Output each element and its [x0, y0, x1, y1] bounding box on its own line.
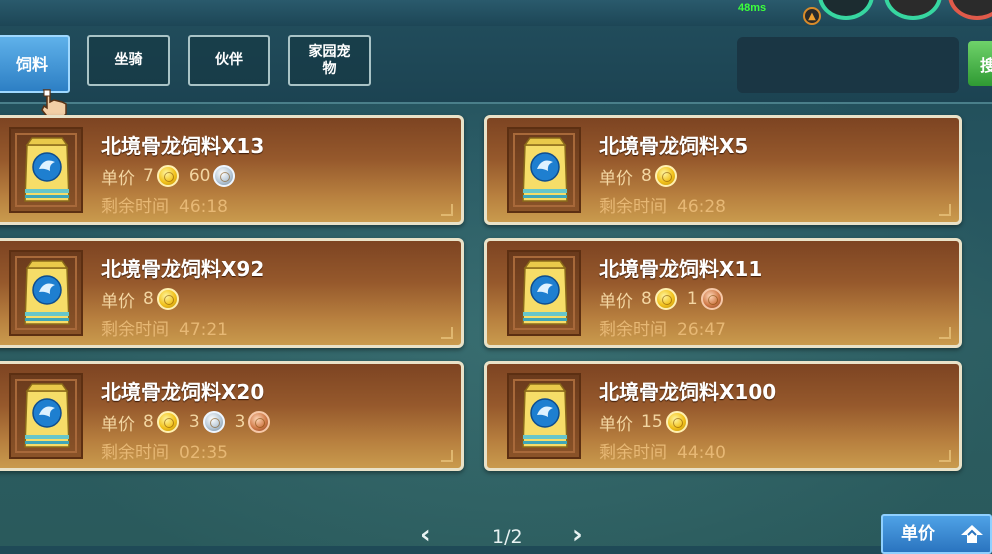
- listing-card[interactable]: 北境骨龙饲料X100 单价 15 剩余时间 44:40: [484, 361, 962, 471]
- price-label: 单价: [599, 168, 633, 189]
- time-value: 26:47: [677, 320, 726, 340]
- gold-coin-icon: [654, 165, 677, 187]
- price-gold-amount: 15: [641, 412, 663, 432]
- remaining-time: 剩余时间 26:47: [599, 315, 726, 340]
- item-name: 北境骨龙饲料X13: [101, 134, 265, 158]
- time-label: 剩余时间: [599, 197, 667, 217]
- feed-bag-icon: [22, 381, 72, 455]
- corner-mark-icon: [441, 204, 453, 216]
- tab-mount[interactable]: 坐骑: [87, 35, 170, 86]
- unit-price: 单价 8 3 3: [101, 411, 280, 435]
- corner-mark-icon: [939, 327, 951, 339]
- top-status-bar: 48ms ▲: [0, 0, 992, 27]
- feed-bag-icon: [22, 258, 72, 332]
- feed-bag-icon: [520, 135, 570, 209]
- next-page-icon[interactable]: ›: [572, 522, 583, 548]
- corner-mark-icon: [441, 450, 453, 462]
- unit-price: 单价 15: [599, 411, 698, 435]
- tab-home-pet[interactable]: 家园宠物: [288, 35, 371, 86]
- price-gold-amount: 8: [143, 289, 154, 309]
- time-value: 46:28: [677, 197, 726, 217]
- price-gold-amount: 8: [641, 166, 652, 186]
- time-value: 02:35: [179, 443, 228, 463]
- tab-feed[interactable]: 饲料: [0, 35, 70, 93]
- page-indicator: 1/2: [492, 526, 523, 548]
- time-label: 剩余时间: [599, 320, 667, 340]
- feed-bag-icon: [22, 135, 72, 209]
- copper-coin-icon: [248, 411, 271, 433]
- price-silver-amount: 3: [188, 412, 200, 432]
- gold-coin-icon: [156, 288, 179, 310]
- sort-arrow-icon: [961, 525, 983, 543]
- feed-bag-icon: [520, 381, 570, 455]
- item-name: 北境骨龙饲料X100: [599, 380, 777, 404]
- silver-coin-icon: [202, 411, 225, 433]
- unit-price: 单价 8: [599, 165, 687, 189]
- time-value: 46:18: [179, 197, 228, 217]
- price-gold-amount: 7: [143, 166, 154, 186]
- gold-coin-icon: [156, 411, 179, 433]
- prev-page-icon[interactable]: ‹: [420, 522, 431, 548]
- category-tab-bar: 饲料 坐骑 伙伴 家园宠物 搜: [0, 26, 992, 104]
- unit-price: 单价 8: [101, 288, 189, 312]
- price-label: 单价: [101, 414, 135, 435]
- gold-coin-icon: [156, 165, 179, 187]
- item-name: 北境骨龙饲料X20: [101, 380, 265, 404]
- unit-price: 单价 7 60: [101, 165, 245, 189]
- cooldown-ring-icon[interactable]: [818, 0, 874, 20]
- search-input[interactable]: [737, 37, 959, 93]
- tab-partner[interactable]: 伙伴: [188, 35, 270, 86]
- price-label: 单价: [101, 168, 135, 189]
- listing-card[interactable]: 北境骨龙饲料X5 单价 8 剩余时间 46:28: [484, 115, 962, 225]
- time-label: 剩余时间: [101, 443, 169, 463]
- corner-mark-icon: [441, 327, 453, 339]
- cooldown-ring-icon[interactable]: [948, 0, 992, 20]
- price-label: 单价: [599, 414, 633, 435]
- corner-mark-icon: [939, 204, 951, 216]
- time-value: 47:21: [179, 320, 228, 340]
- ping-indicator: 48ms: [738, 2, 767, 14]
- listing-card[interactable]: 北境骨龙饲料X92 单价 8 剩余时间 47:21: [0, 238, 464, 348]
- price-label: 单价: [101, 291, 135, 312]
- item-name: 北境骨龙饲料X11: [599, 257, 763, 281]
- corner-mark-icon: [939, 450, 951, 462]
- time-label: 剩余时间: [101, 320, 169, 340]
- price-silver-amount: 60: [188, 166, 211, 186]
- time-label: 剩余时间: [101, 197, 169, 217]
- price-gold-amount: 8: [641, 289, 652, 309]
- unit-price: 单价 8 1: [599, 288, 733, 312]
- feed-bag-icon: [520, 258, 570, 332]
- remaining-time: 剩余时间 46:28: [599, 192, 726, 217]
- gold-coin-icon: [654, 288, 677, 310]
- remaining-time: 剩余时间 46:18: [101, 192, 228, 217]
- search-button[interactable]: 搜: [968, 41, 992, 86]
- price-label: 单价: [599, 291, 633, 312]
- listing-card[interactable]: 北境骨龙饲料X13 单价 7 60 剩余时间 46:18: [0, 115, 464, 225]
- listing-card[interactable]: 北境骨龙饲料X11 单价 8 1 剩余时间 26:47: [484, 238, 962, 348]
- item-name: 北境骨龙饲料X5: [599, 134, 749, 158]
- sort-label: 单价: [901, 524, 935, 544]
- copper-coin-icon: [700, 288, 723, 310]
- time-value: 44:40: [677, 443, 726, 463]
- pagination: ‹ 1/2 ›: [420, 522, 600, 548]
- remaining-time: 剩余时间 02:35: [101, 438, 228, 463]
- silver-coin-icon: [213, 165, 236, 187]
- shield-icon: ▲: [803, 7, 821, 25]
- price-copper-amount: 3: [234, 412, 246, 432]
- time-label: 剩余时间: [599, 443, 667, 463]
- price-gold-amount: 8: [143, 412, 154, 432]
- remaining-time: 剩余时间 47:21: [101, 315, 228, 340]
- listing-card[interactable]: 北境骨龙饲料X20 单价 8 3 3 剩余时间 02:35: [0, 361, 464, 471]
- gold-coin-icon: [665, 411, 688, 433]
- remaining-time: 剩余时间 44:40: [599, 438, 726, 463]
- sort-by-price-button[interactable]: 单价: [881, 514, 992, 554]
- item-name: 北境骨龙饲料X92: [101, 257, 265, 281]
- cooldown-ring-icon[interactable]: [884, 0, 942, 20]
- price-copper-amount: 1: [686, 289, 698, 309]
